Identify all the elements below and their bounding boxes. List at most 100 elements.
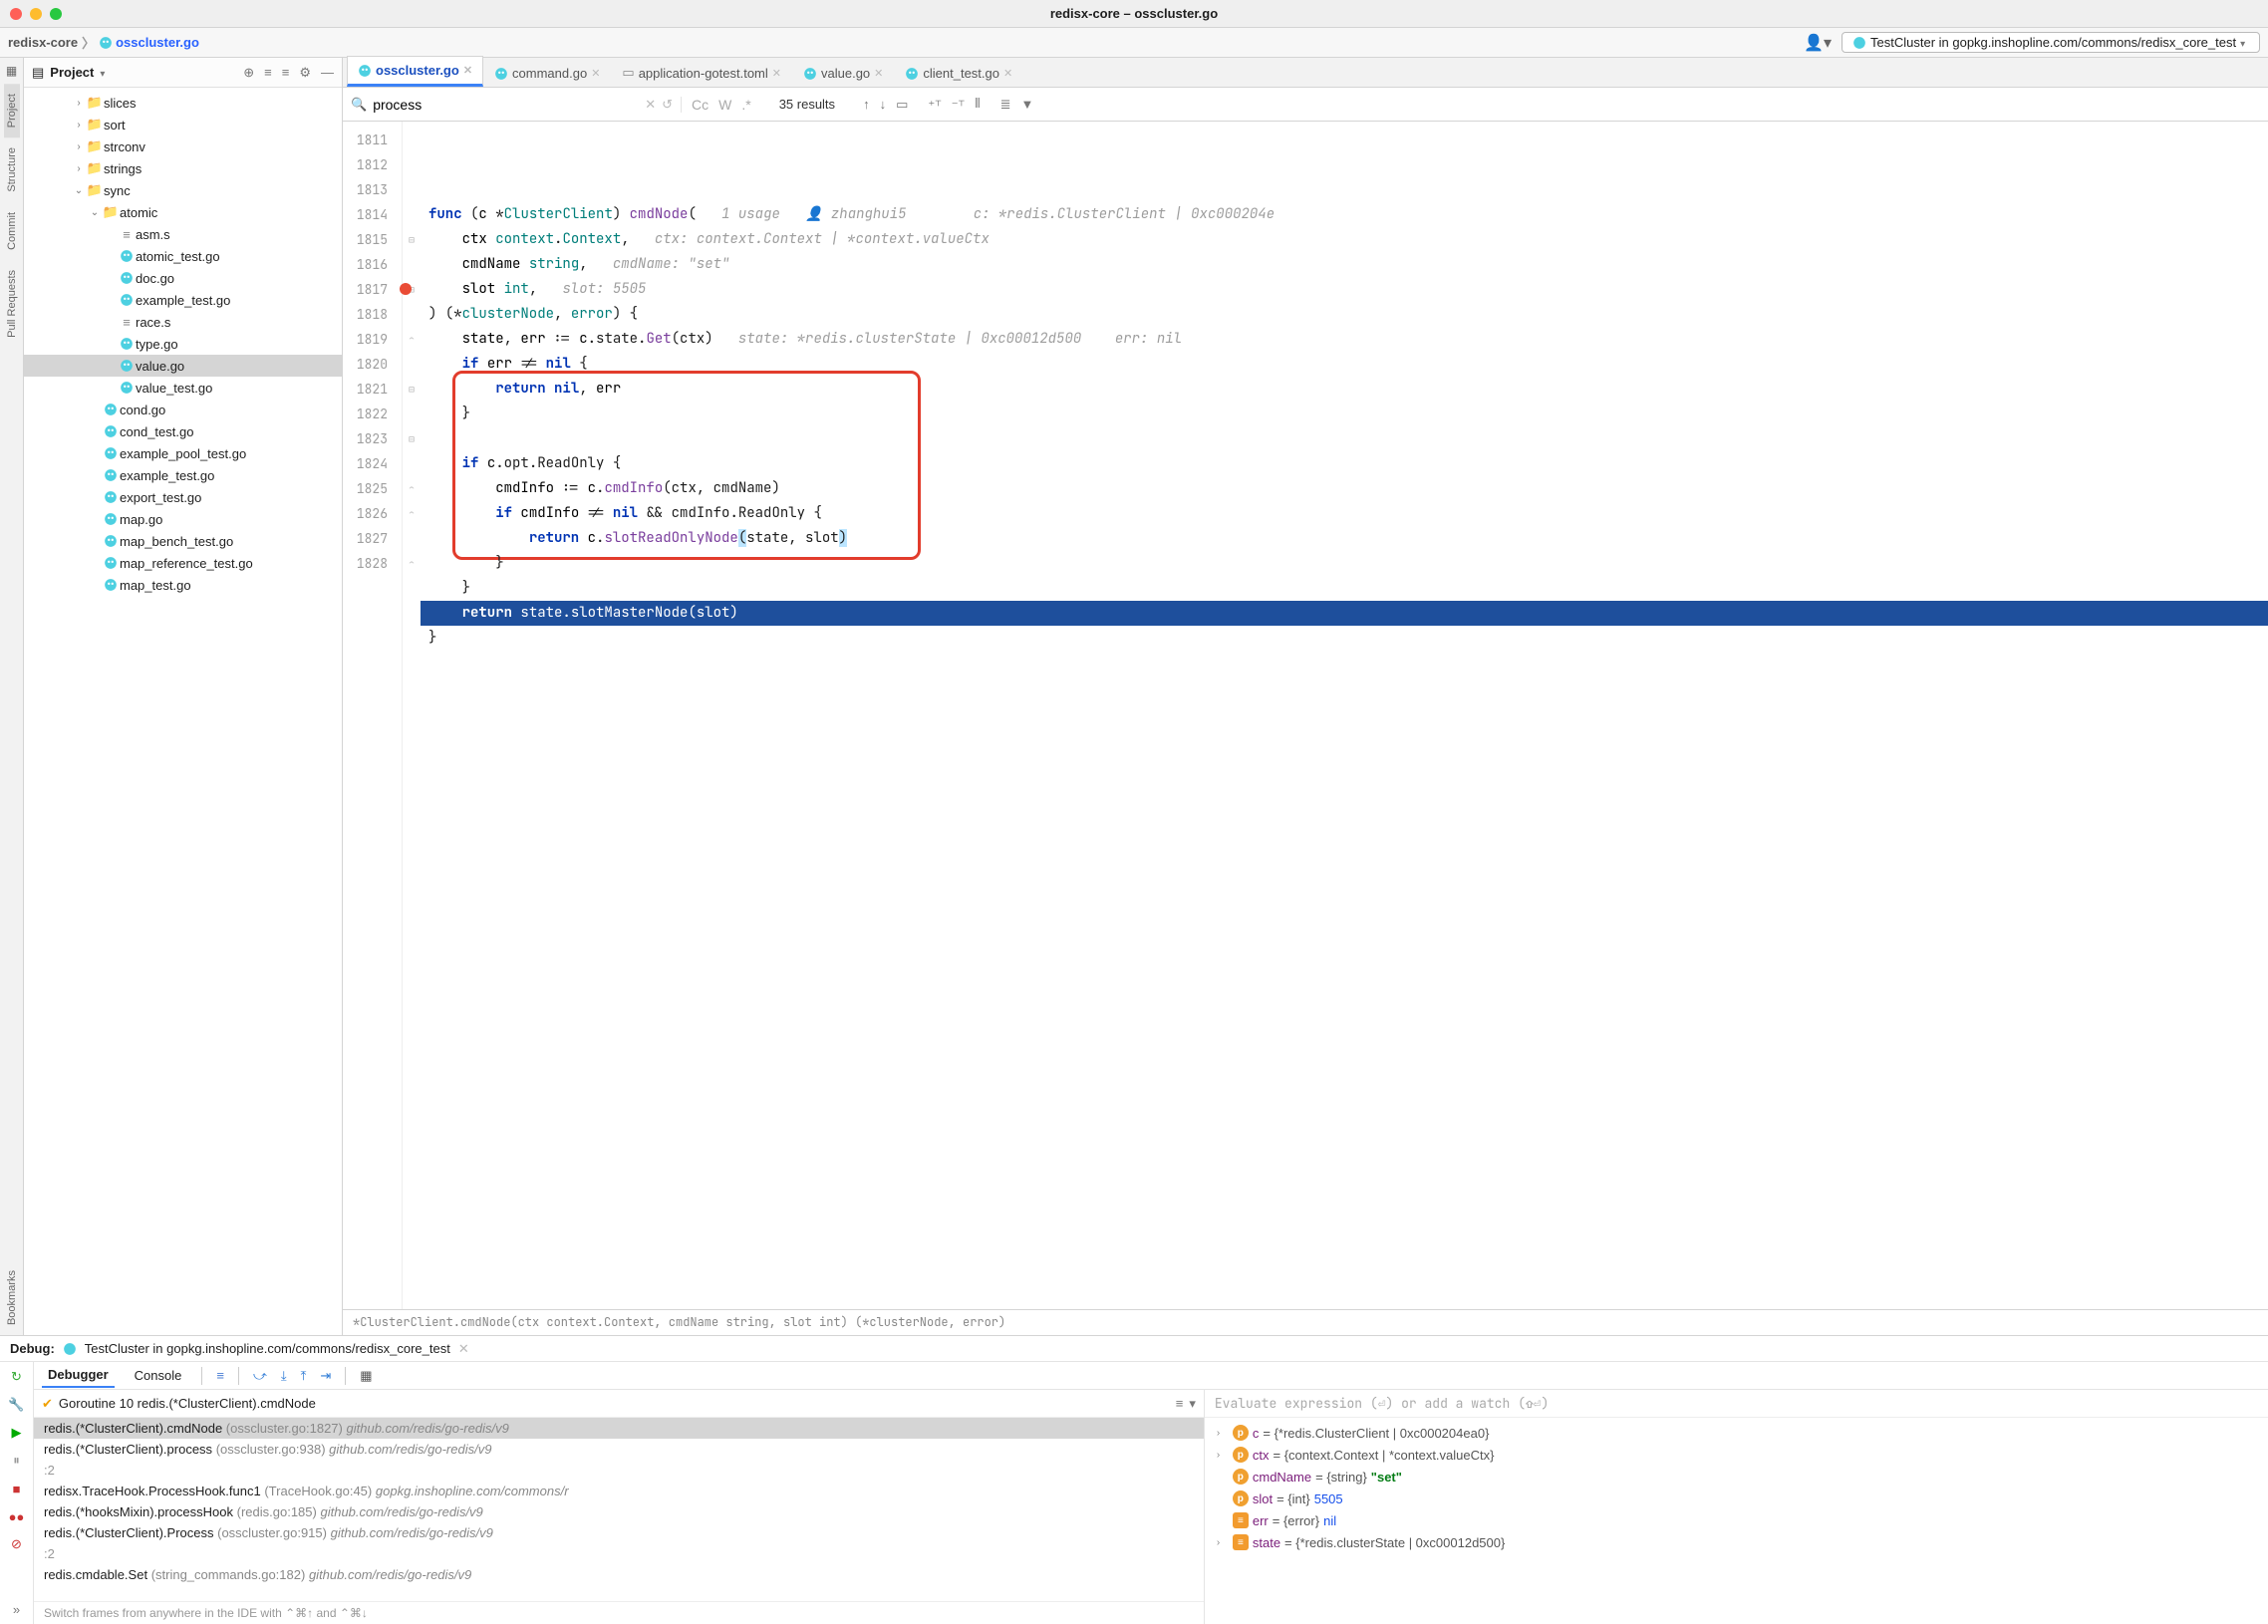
editor-tab[interactable]: command.go✕ <box>483 59 611 87</box>
tree-file[interactable]: type.go <box>24 333 342 355</box>
minimize-window-icon[interactable] <box>30 8 42 20</box>
match-case-icon[interactable]: Cc <box>692 97 709 113</box>
threads-icon[interactable]: ≡ <box>216 1368 224 1383</box>
code-line[interactable]: } <box>421 402 2268 426</box>
zoom-window-icon[interactable] <box>50 8 62 20</box>
code-line[interactable] <box>421 426 2268 451</box>
remove-selection-icon[interactable]: ⁻⸆ <box>952 96 965 114</box>
gutter-structure[interactable]: Structure <box>4 137 20 202</box>
breadcrumb-project[interactable]: redisx-core <box>8 35 78 50</box>
tab-debugger[interactable]: Debugger <box>42 1363 115 1388</box>
stack-frame[interactable]: redis.(*ClusterClient).Process (ossclust… <box>34 1522 1204 1543</box>
tree-file[interactable]: map_test.go <box>24 574 342 596</box>
tree-file[interactable]: cond.go <box>24 399 342 420</box>
code-line[interactable]: if err != nil { <box>421 352 2268 377</box>
gutter-pull-requests[interactable]: Pull Requests <box>4 260 20 348</box>
run-to-cursor-icon[interactable]: ⇥ <box>320 1368 331 1384</box>
close-tab-icon[interactable]: ✕ <box>772 67 781 80</box>
tree-file[interactable]: ≡race.s <box>24 311 342 333</box>
regex-icon[interactable]: .* <box>741 97 750 113</box>
variable-row[interactable]: ≡ err = {error} nil <box>1211 1509 2262 1531</box>
tree-file[interactable]: example_test.go <box>24 289 342 311</box>
whole-word-icon[interactable]: W <box>718 97 731 113</box>
code-line[interactable]: cmdInfo := c.cmdInfo(ctx, cmdName) <box>421 476 2268 501</box>
close-tab-icon[interactable]: ✕ <box>591 67 600 80</box>
close-tab-icon[interactable]: ✕ <box>1003 67 1012 80</box>
stack-frame[interactable]: redis.cmdable.Set (string_commands.go:18… <box>34 1564 1204 1585</box>
tree-file[interactable]: cond_test.go <box>24 420 342 442</box>
breadcrumb-file[interactable]: osscluster.go <box>99 35 199 50</box>
project-view-dropdown[interactable] <box>100 65 105 80</box>
line-number-gutter[interactable]: 1811181218131814181518161817181818191820… <box>343 122 403 1309</box>
locate-icon[interactable]: ⊕ <box>243 65 254 81</box>
project-view-icon[interactable]: ▤ <box>32 65 44 81</box>
next-match-icon[interactable]: ↓ <box>880 97 887 113</box>
select-occurrences-icon[interactable]: ⫴ <box>975 96 980 114</box>
tree-folder[interactable]: ›📁slices <box>24 92 342 114</box>
clear-search-icon[interactable]: ✕ <box>645 97 656 113</box>
editor-breadcrumb[interactable]: *ClusterClient.cmdNode(ctx context.Conte… <box>343 1309 2268 1335</box>
code-line[interactable]: ctx context.Context, ctx: context.Contex… <box>421 227 2268 252</box>
stop-icon[interactable]: ■ <box>8 1480 26 1497</box>
tree-file[interactable]: ≡asm.s <box>24 223 342 245</box>
tree-file[interactable]: example_test.go <box>24 464 342 486</box>
stack-frame[interactable]: :2 <box>34 1460 1204 1481</box>
toggle-list-icon[interactable]: ≣ <box>1000 97 1011 113</box>
stack-frame[interactable]: redis.(*ClusterClient).process (ossclust… <box>34 1439 1204 1460</box>
settings-icon[interactable]: ⚙ <box>299 65 311 81</box>
tree-file[interactable]: map_bench_test.go <box>24 530 342 552</box>
tree-file[interactable]: value_test.go <box>24 377 342 399</box>
code-line[interactable]: return state.slotMasterNode(slot) <box>421 601 2268 626</box>
tree-file[interactable]: doc.go <box>24 267 342 289</box>
search-input[interactable] <box>373 97 639 113</box>
code-line[interactable]: return nil, err <box>421 377 2268 402</box>
wrench-icon[interactable]: 🔧 <box>8 1396 26 1414</box>
gutter-commit[interactable]: Commit <box>4 202 20 260</box>
rerun-icon[interactable]: ↻ <box>8 1368 26 1386</box>
gutter-project[interactable]: Project <box>4 84 20 137</box>
run-configuration-select[interactable]: TestCluster in gopkg.inshopline.com/comm… <box>1842 32 2260 53</box>
code-line[interactable]: cmdName string, cmdName: "set" <box>421 252 2268 277</box>
expand-all-icon[interactable]: ≡ <box>264 65 272 81</box>
tree-file[interactable]: value.go <box>24 355 342 377</box>
step-out-icon[interactable]: ⤒ <box>301 1368 307 1384</box>
tree-folder[interactable]: ⌄📁atomic <box>24 201 342 223</box>
user-menu-icon[interactable]: 👤▾ <box>1804 33 1832 53</box>
close-debug-config-icon[interactable]: ✕ <box>458 1341 469 1357</box>
stack-frame[interactable]: redisx.TraceHook.ProcessHook.func1 (Trac… <box>34 1481 1204 1501</box>
editor-tab[interactable]: client_test.go✕ <box>894 59 1023 87</box>
goroutine-label[interactable]: Goroutine 10 redis.(*ClusterClient).cmdN… <box>59 1396 1170 1411</box>
variable-row[interactable]: ›p ctx = {context.Context | *context.val… <box>1211 1444 2262 1466</box>
code-line[interactable]: func (c *ClusterClient) cmdNode( 1 usage… <box>421 202 2268 227</box>
search-history-icon[interactable]: ↺ <box>662 97 673 113</box>
frames-list[interactable]: redis.(*ClusterClient).cmdNode (ossclust… <box>34 1418 1204 1601</box>
project-tree[interactable]: ›📁slices›📁sort›📁strconv›📁strings⌄📁sync⌄📁… <box>24 88 342 1335</box>
add-selection-icon[interactable]: ⁺⸆ <box>928 96 941 114</box>
pause-icon[interactable]: ⏸ <box>8 1452 26 1470</box>
variable-row[interactable]: ›p c = {*redis.ClusterClient | 0xc000204… <box>1211 1422 2262 1444</box>
tree-file[interactable]: atomic_test.go <box>24 245 342 267</box>
tree-file[interactable]: example_pool_test.go <box>24 442 342 464</box>
tree-folder[interactable]: ⌄📁sync <box>24 179 342 201</box>
stack-frame[interactable]: redis.(*ClusterClient).cmdNode (ossclust… <box>34 1418 1204 1439</box>
code-content[interactable]: func (c *ClusterClient) cmdNode( 1 usage… <box>421 122 2268 1309</box>
code-editor[interactable]: 1811181218131814181518161817181818191820… <box>343 122 2268 1309</box>
frames-dropdown-icon[interactable]: ▾ <box>1189 1396 1196 1412</box>
code-line[interactable]: if c.opt.ReadOnly { <box>421 451 2268 476</box>
stack-frame[interactable]: redis.(*hooksMixin).processHook (redis.g… <box>34 1501 1204 1522</box>
code-line[interactable]: slot int, slot: 5505 <box>421 277 2268 302</box>
editor-tab[interactable]: value.go✕ <box>792 59 894 87</box>
tree-folder[interactable]: ›📁strings <box>24 157 342 179</box>
step-over-icon[interactable]: ⤻ <box>253 1368 267 1384</box>
evaluate-icon[interactable]: ▦ <box>360 1368 372 1384</box>
step-into-icon[interactable]: ⤓ <box>281 1368 287 1384</box>
view-breakpoints-icon[interactable]: ●● <box>8 1507 26 1525</box>
mute-breakpoints-icon[interactable]: ⊘ <box>8 1535 26 1553</box>
variable-row[interactable]: p slot = {int} 5505 <box>1211 1488 2262 1509</box>
breadcrumb[interactable]: redisx-core 〉 osscluster.go <box>8 33 199 52</box>
prev-match-icon[interactable]: ↑ <box>863 97 870 113</box>
editor-tab[interactable]: osscluster.go✕ <box>347 56 483 87</box>
debug-config-label[interactable]: TestCluster in gopkg.inshopline.com/comm… <box>85 1341 450 1356</box>
frames-menu-icon[interactable]: ≡ <box>1176 1396 1184 1411</box>
tree-file[interactable]: map.go <box>24 508 342 530</box>
